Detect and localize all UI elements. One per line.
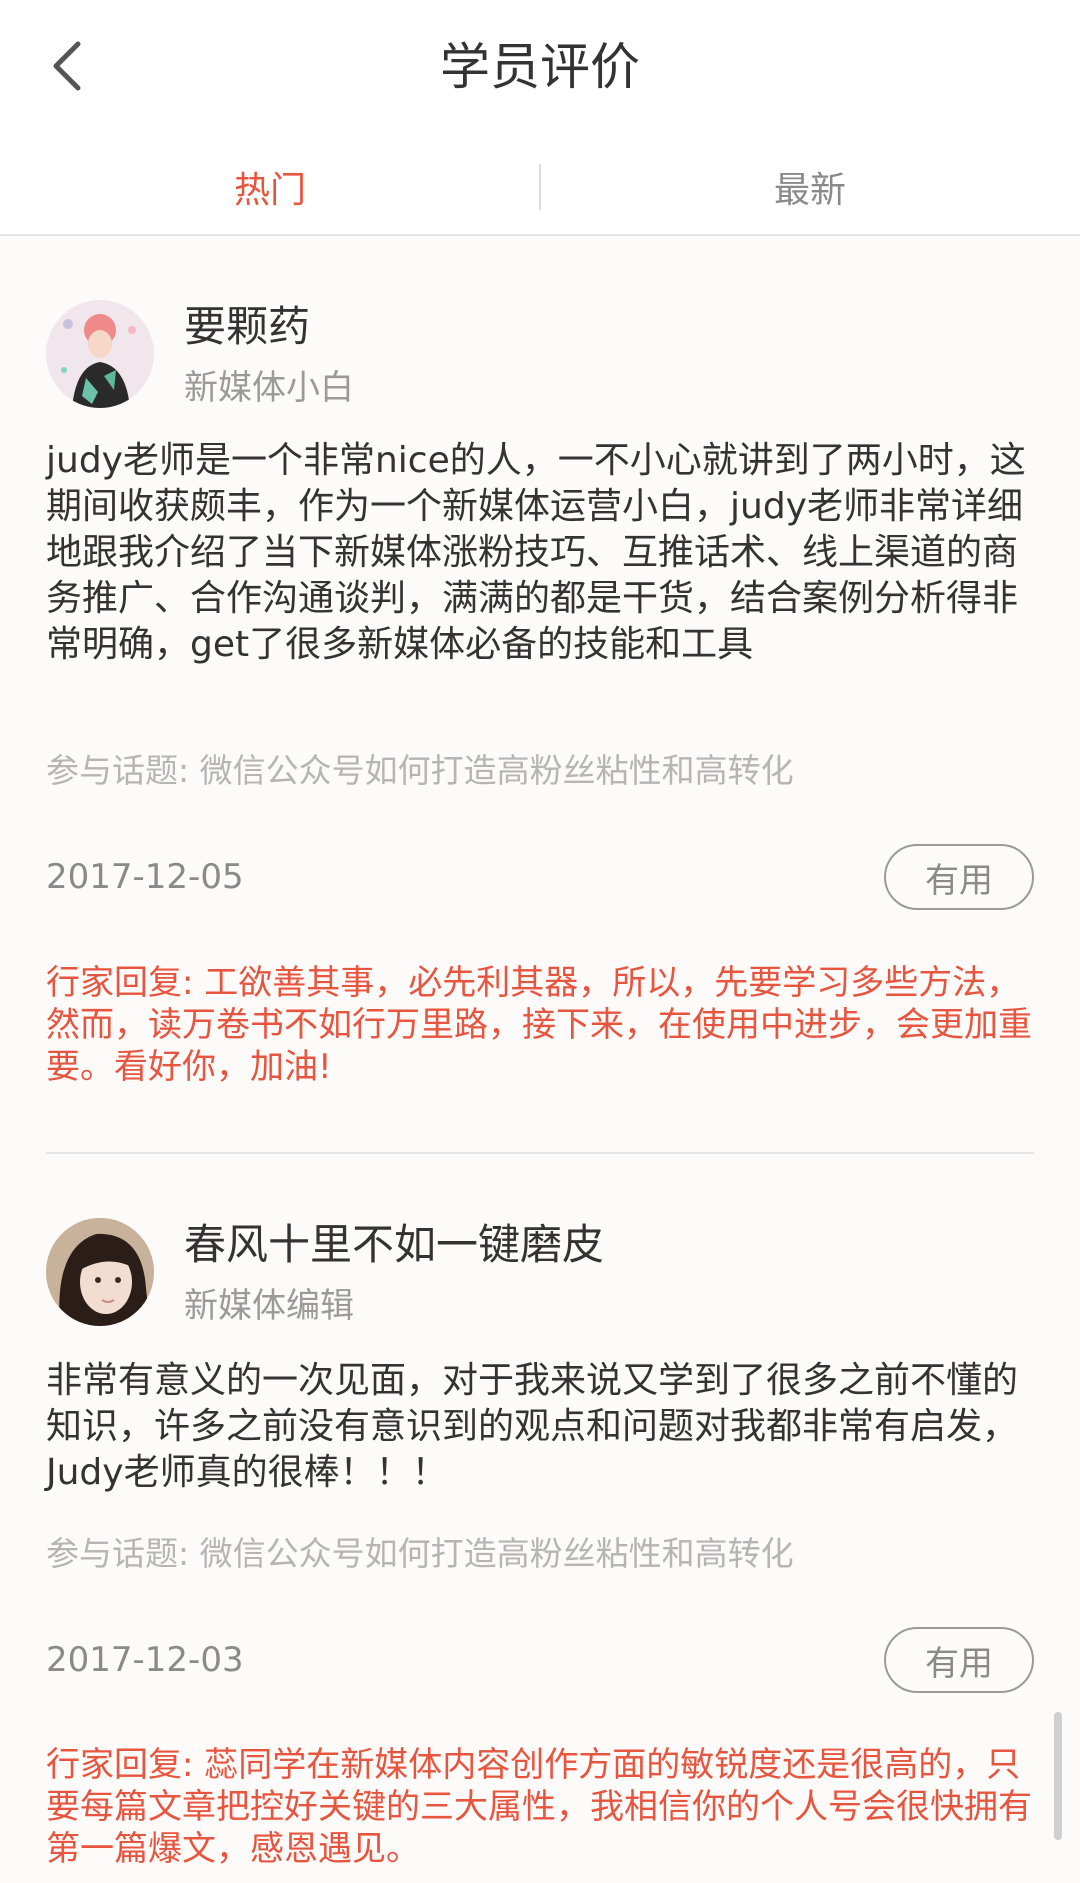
review-username: 要颗药	[184, 302, 311, 351]
tab-bar: 热门 最新	[0, 138, 1080, 236]
review-content: 非常有意义的一次见面，对于我来说又学到了很多之前不懂的知识，许多之前没有意识到的…	[46, 1360, 1019, 1493]
review-topic[interactable]: 参与话题: 微信公众号如何打造高粉丝粘性和高转化	[46, 1532, 794, 1576]
review-separator	[46, 1152, 1034, 1154]
avatar[interactable]	[46, 1218, 154, 1326]
avatar[interactable]	[46, 300, 154, 408]
review-date: 2017-12-03	[46, 1640, 244, 1680]
expert-reply: 行家回复: 工欲善其事，必先利其器，所以，先要学习多些方法，然而，读万卷书不如行…	[46, 963, 1032, 1087]
review-username: 春风十里不如一键磨皮	[184, 1220, 605, 1269]
review-user-tag: 新媒体小白	[184, 368, 354, 408]
top-bar: 学员评价	[0, 0, 1080, 138]
scrollbar[interactable]	[1054, 1712, 1062, 1840]
useful-button[interactable]: 有用	[884, 1627, 1034, 1693]
useful-button[interactable]: 有用	[884, 844, 1034, 910]
review-topic[interactable]: 参与话题: 微信公众号如何打造高粉丝粘性和高转化	[46, 749, 794, 793]
page-title: 学员评价	[440, 38, 640, 96]
review-date: 2017-12-05	[46, 857, 244, 897]
tab-latest[interactable]: 最新	[540, 138, 1080, 236]
review-user-tag: 新媒体编辑	[184, 1286, 354, 1326]
tab-hot[interactable]: 热门	[0, 138, 540, 236]
review-content: judy老师是一个非常nice的人，一不小心就讲到了两小时，这期间收获颇丰，作为…	[46, 440, 1026, 665]
expert-reply: 行家回复: 蕊同学在新媒体内容创作方面的敏锐度还是很高的，只要每篇文章把控好关键…	[46, 1745, 1032, 1869]
